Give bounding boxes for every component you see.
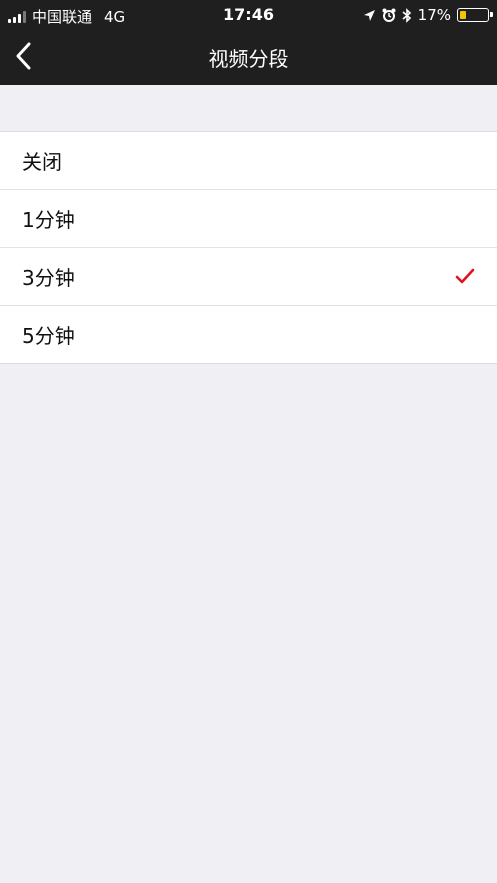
alarm-icon	[382, 8, 396, 22]
battery-percent: 17%	[417, 6, 451, 24]
option-3-minutes[interactable]: 3分钟	[0, 248, 497, 306]
option-label: 5分钟	[22, 324, 75, 348]
option-list: 关闭 1分钟 3分钟 5分钟	[0, 131, 497, 364]
top-bar: 中国联通 4G 17:46 17% 视频分段	[0, 0, 497, 85]
battery-fill	[460, 11, 466, 19]
navigation-bar: 视频分段	[0, 30, 497, 85]
status-right: 17%	[363, 6, 493, 24]
status-bar: 中国联通 4G 17:46 17%	[0, 0, 497, 30]
option-1-minute[interactable]: 1分钟	[0, 190, 497, 248]
option-5-minutes[interactable]: 5分钟	[0, 306, 497, 363]
option-label: 3分钟	[22, 266, 75, 290]
checkmark-icon	[455, 268, 475, 284]
location-arrow-icon	[363, 9, 375, 21]
page-title: 视频分段	[208, 47, 289, 71]
option-label: 关闭	[22, 150, 62, 174]
option-off[interactable]: 关闭	[0, 132, 497, 190]
bluetooth-icon	[402, 7, 411, 23]
battery-icon	[457, 8, 493, 22]
option-label: 1分钟	[22, 208, 75, 232]
